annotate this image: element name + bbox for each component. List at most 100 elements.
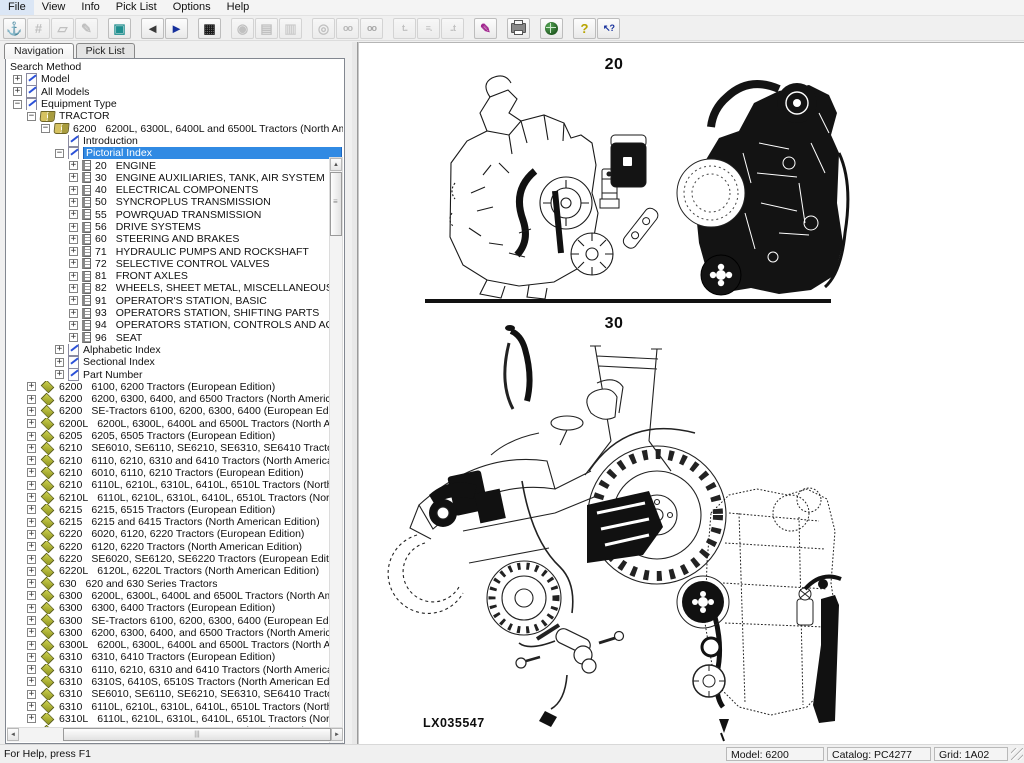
tree-item-label[interactable]: 6200SE-Tractors 6100, 6200, 6300, 6400 (… — [59, 405, 343, 417]
expand-icon[interactable]: + — [27, 641, 36, 650]
tree-row[interactable]: +82WHEELS, SHEET METAL, MISCELLANEOUS — [7, 282, 343, 294]
expand-icon[interactable]: + — [27, 456, 36, 465]
tree-item-label[interactable]: 6220L6120L, 6220L Tractors (North Americ… — [59, 565, 319, 577]
expand-icon[interactable]: + — [27, 382, 36, 391]
tree-row[interactable]: − TRACTOR — [7, 110, 343, 122]
expand-icon[interactable]: + — [27, 567, 36, 576]
tree-row[interactable]: +6220SE6020, SE6120, SE6220 Tractors (Eu… — [7, 553, 343, 565]
tree-row[interactable]: +6200SE-Tractors 6100, 6200, 6300, 6400 … — [7, 405, 343, 417]
tree-row[interactable]: +Alphabetic Index — [7, 344, 343, 356]
menu-pick-list[interactable]: Pick List — [108, 0, 165, 15]
expand-icon[interactable]: + — [55, 358, 64, 367]
pictorial-grid-button[interactable]: ▦ — [198, 18, 221, 39]
tree-item-label[interactable]: Model — [41, 73, 70, 85]
horizontal-scroll-thumb[interactable]: ||| — [63, 728, 331, 741]
expand-icon[interactable]: + — [69, 333, 78, 342]
expand-icon[interactable]: + — [69, 284, 78, 293]
tree-item-label[interactable]: Sectional Index — [83, 356, 155, 368]
tree-row[interactable]: +56DRIVE SYSTEMS — [7, 221, 343, 233]
tree-item-label[interactable]: 81FRONT AXLES — [95, 270, 188, 282]
expand-icon[interactable]: + — [27, 468, 36, 477]
tree-item-label[interactable]: 50SYNCROPLUS TRANSMISSION — [95, 196, 271, 208]
expand-icon[interactable]: + — [27, 665, 36, 674]
expand-icon[interactable]: + — [13, 75, 22, 84]
tab-pick-list[interactable]: Pick List — [76, 43, 135, 58]
tree-item-label[interactable]: 6310SE6010, SE6110, SE6210, SE6310, SE64… — [59, 688, 343, 700]
tree-item-label[interactable]: 6310L6110L, 6210L, 6310L, 6410L, 6510L T… — [59, 713, 343, 725]
tree-item-label[interactable]: 63106310, 6410 Tractors (European Editio… — [59, 651, 275, 663]
tree-item-label[interactable]: 62106110L, 6210L, 6310L, 6410L, 6510L Tr… — [59, 479, 343, 491]
section-30-heading[interactable]: 30 — [599, 315, 629, 333]
collapse-icon[interactable]: − — [41, 124, 50, 133]
tree-item-label[interactable]: 30ENGINE AUXILIARIES, TANK, AIR SYSTEM — [95, 172, 325, 184]
expand-icon[interactable]: + — [69, 247, 78, 256]
pictorial-index-panel[interactable]: 20 30 LX035547 — [358, 42, 1024, 744]
tree-item-label[interactable]: 94OPERATORS STATION, CONTROLS AND ACCESS… — [95, 319, 343, 331]
tree-item-label[interactable]: 71HYDRAULIC PUMPS AND ROCKSHAFT — [95, 246, 309, 258]
expand-icon[interactable]: + — [69, 210, 78, 219]
tree-row[interactable]: +62006100, 6200 Tractors (European Editi… — [7, 381, 343, 393]
tree-item-label[interactable]: 6200L6200L, 6300L, 6400L and 6500L Tract… — [59, 418, 343, 430]
expand-icon[interactable]: + — [69, 223, 78, 232]
expand-icon[interactable]: + — [27, 542, 36, 551]
tree-item-label[interactable]: All Models — [41, 86, 89, 98]
vertical-scroll-thumb[interactable] — [330, 172, 342, 236]
expand-icon[interactable]: + — [27, 432, 36, 441]
tree-row[interactable]: +30ENGINE AUXILIARIES, TANK, AIR SYSTEM — [7, 172, 343, 184]
expand-icon[interactable]: + — [27, 702, 36, 711]
web-link-button[interactable] — [540, 18, 563, 39]
scroll-left-button[interactable]: ◄ — [7, 728, 19, 741]
tree-vertical-scrollbar[interactable]: ▲ ▼ — [329, 157, 343, 744]
tree-item-label[interactable]: Part Number — [83, 369, 143, 381]
tree-item-label[interactable]: 93OPERATORS STATION, SHIFTING PARTS — [95, 307, 319, 319]
menu-info[interactable]: Info — [73, 0, 107, 15]
scroll-up-button[interactable]: ▲ — [330, 158, 342, 171]
tree-item-label[interactable]: 20ENGINE — [95, 160, 156, 172]
tree-row[interactable]: +40ELECTRICAL COMPONENTS — [7, 184, 343, 196]
tree-item-label[interactable]: 62206120, 6220 Tractors (North American … — [59, 541, 302, 553]
tree-item-label[interactable]: Pictorial Index — [83, 147, 342, 159]
expand-icon[interactable]: + — [27, 616, 36, 625]
tree-row[interactable]: +62056205, 6505 Tractors (European Editi… — [7, 430, 343, 442]
tree-row[interactable]: +91OPERATOR'S STATION, BASIC — [7, 295, 343, 307]
expand-icon[interactable]: + — [69, 198, 78, 207]
forward-button[interactable]: ► — [165, 18, 188, 39]
tree-row[interactable]: +62106010, 6110, 6210 Tractors (European… — [7, 467, 343, 479]
expand-icon[interactable]: + — [55, 345, 64, 354]
tree-row[interactable]: + Sectional Index — [7, 356, 343, 368]
tree-item-label[interactable]: 6210SE6010, SE6110, SE6210, SE6310, SE64… — [59, 442, 343, 454]
tree-row[interactable]: −Pictorial Index — [7, 147, 343, 159]
tree-row[interactable]: +6210SE6010, SE6110, SE6210, SE6310, SE6… — [7, 442, 343, 454]
tree-row[interactable]: +72SELECTIVE CONTROL VALVES — [7, 258, 343, 270]
tree-item-label[interactable]: 72SELECTIVE CONTROL VALVES — [95, 258, 270, 270]
tree-item-label[interactable]: 40ELECTRICAL COMPONENTS — [95, 184, 258, 196]
expand-icon[interactable]: + — [69, 161, 78, 170]
expand-icon[interactable]: + — [27, 395, 36, 404]
tree-row[interactable]: +96SEAT — [7, 332, 343, 344]
tree-item-label[interactable]: 62056205, 6505 Tractors (European Editio… — [59, 430, 275, 442]
tree-item-label[interactable]: 63106110, 6210, 6310 and 6410 Tractors (… — [59, 664, 343, 676]
tree-item-label[interactable]: 62156215, 6515 Tractors (European Editio… — [59, 504, 275, 516]
back-button[interactable]: ◄ — [141, 18, 164, 39]
expand-icon[interactable]: + — [27, 481, 36, 490]
tree-item-label[interactable]: TRACTOR — [59, 110, 110, 122]
tree-row[interactable]: +6300SE-Tractors 6100, 6200, 6300, 6400 … — [7, 614, 343, 626]
expand-icon[interactable]: + — [27, 677, 36, 686]
tree-row[interactable]: −62006200L, 6300L, 6400L and 6500L Tract… — [7, 122, 343, 134]
expand-icon[interactable]: + — [27, 591, 36, 600]
tree-row[interactable]: +6300L6200L, 6300L, 6400L and 6500L Trac… — [7, 639, 343, 651]
expand-icon[interactable]: + — [13, 87, 22, 96]
expand-icon[interactable]: + — [27, 628, 36, 637]
tree-row[interactable]: +63006300, 6400 Tractors (European Editi… — [7, 602, 343, 614]
tree-row[interactable]: +94OPERATORS STATION, CONTROLS AND ACCES… — [7, 319, 343, 331]
help-button[interactable]: ? — [573, 18, 596, 39]
expand-icon[interactable]: + — [27, 444, 36, 453]
tree-row[interactable]: +60STEERING AND BRAKES — [7, 233, 343, 245]
context-help-button[interactable]: ↖? — [597, 18, 620, 39]
expand-icon[interactable]: + — [27, 493, 36, 502]
tree-horizontal-scrollbar[interactable]: ◄ ||| ► — [7, 727, 343, 742]
tree-item-label[interactable]: 60STEERING AND BRAKES — [95, 233, 239, 245]
expand-icon[interactable]: + — [27, 530, 36, 539]
tree-row[interactable]: +Part Number — [7, 368, 343, 380]
collapse-icon[interactable]: − — [27, 112, 36, 121]
